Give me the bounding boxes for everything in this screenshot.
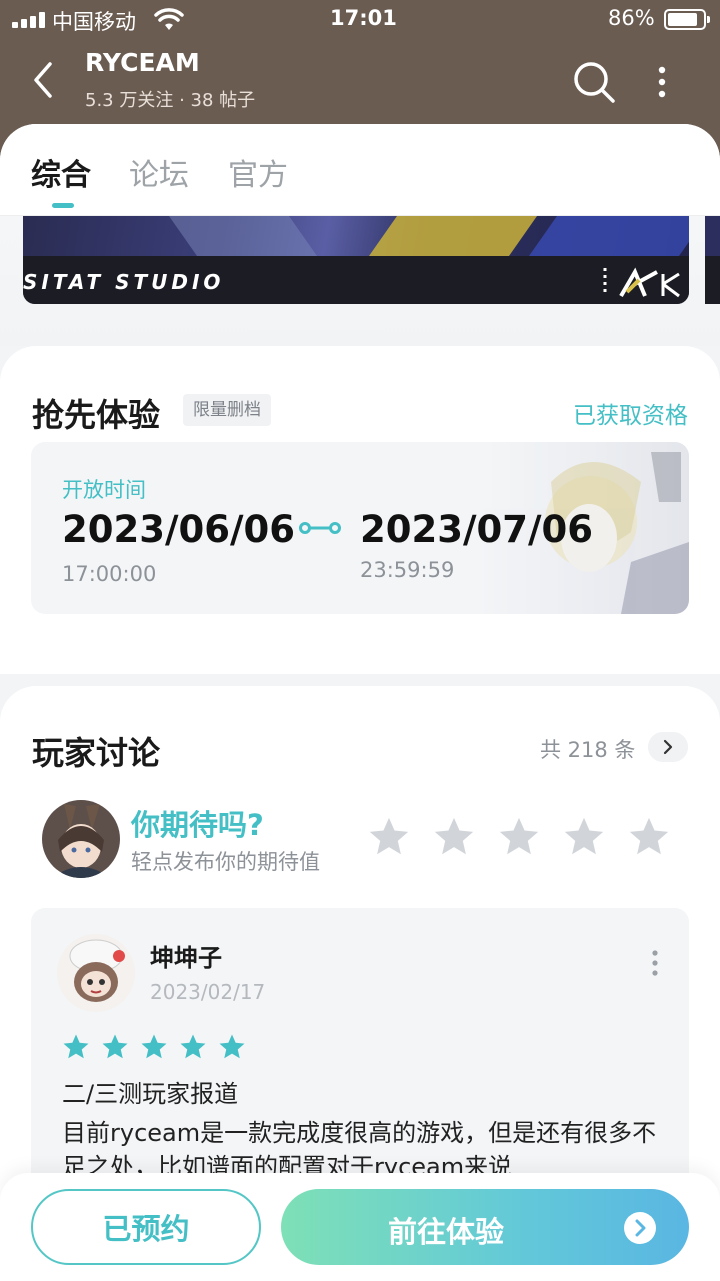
tab-forum[interactable]: 论坛 xyxy=(129,150,189,194)
arrow-right-circle-icon xyxy=(624,1212,656,1244)
open-time-label: 开放时间 xyxy=(62,478,146,502)
search-icon[interactable] xyxy=(572,60,616,104)
back-icon[interactable] xyxy=(28,60,58,100)
signal-icon xyxy=(12,12,46,28)
banner-area: SITAT STUDIO xyxy=(0,216,720,346)
expectation-question: 你期待吗? xyxy=(131,808,264,842)
star-filled-icon xyxy=(180,1034,206,1059)
forum-header: RYCEAM 5.3 万关注 · 38 帖子 xyxy=(0,40,720,124)
reviewer-avatar[interactable] xyxy=(57,934,135,1012)
go-experience-label: 前往体验 xyxy=(387,1215,504,1249)
start-time: 17:00:00 xyxy=(62,562,157,586)
user-avatar[interactable] xyxy=(42,800,120,878)
carrier-label: 中国移动 xyxy=(52,10,136,34)
end-time: 23:59:59 xyxy=(360,558,455,582)
rate-star-1-icon[interactable] xyxy=(366,814,412,860)
forum-stats: 5.3 万关注 · 38 帖子 xyxy=(85,90,256,111)
star-filled-icon xyxy=(63,1034,89,1059)
forum-title: RYCEAM xyxy=(85,48,200,77)
open-time-box: 开放时间 2023/06/06 2023/07/06 17:00:00 23:5… xyxy=(31,442,689,614)
battery-percent: 86% xyxy=(608,6,655,30)
rate-star-5-icon[interactable] xyxy=(626,814,672,860)
tab-indicator xyxy=(52,203,74,208)
status-bar: 中国移动 17:01 86% xyxy=(0,0,720,40)
go-experience-button[interactable]: 前往体验 xyxy=(281,1189,689,1265)
reviewer-name[interactable]: 坤坤子 xyxy=(150,938,222,973)
discussion-count[interactable]: 共 218 条 xyxy=(540,734,635,764)
star-filled-icon xyxy=(219,1034,245,1059)
review-title: 二/三测玩家报道 xyxy=(62,1080,239,1108)
end-date: 2023/07/06 xyxy=(360,508,593,551)
rate-star-4-icon[interactable] xyxy=(561,814,607,860)
chevron-right-icon[interactable] xyxy=(648,732,688,762)
range-connector-icon xyxy=(299,522,341,534)
qualification-status[interactable]: 已获取资格 xyxy=(573,396,688,430)
banner-caption: SITAT STUDIO xyxy=(23,270,225,294)
tab-bar: 综合 论坛 官方 xyxy=(0,124,720,216)
rate-star-2-icon[interactable] xyxy=(431,814,477,860)
content-sheet: 综合 论坛 官方 SITAT STUDIO 抢先体验 限量删档 已获取资格 开放… xyxy=(0,124,720,1281)
more-menu-icon[interactable] xyxy=(648,62,676,102)
banner-logo-icon xyxy=(603,267,680,298)
early-access-card: 抢先体验 限量删档 已获取资格 开放时间 2023/06/06 2023/07/… xyxy=(0,346,720,674)
wifi-icon xyxy=(154,8,184,30)
star-filled-icon xyxy=(141,1034,167,1059)
start-date: 2023/06/06 xyxy=(62,508,295,551)
discussion-title: 玩家讨论 xyxy=(32,734,161,772)
star-filled-icon xyxy=(102,1034,128,1059)
tab-overview[interactable]: 综合 xyxy=(31,150,91,194)
early-access-title: 抢先体验 xyxy=(32,396,161,434)
reserved-button[interactable]: 已预约 xyxy=(31,1189,261,1265)
banner-image[interactable]: SITAT STUDIO xyxy=(23,216,689,304)
bottom-action-bar: 已预约 前往体验 xyxy=(0,1173,720,1281)
rate-star-3-icon[interactable] xyxy=(496,814,542,860)
review-rating xyxy=(61,1032,251,1066)
review-date: 2023/02/17 xyxy=(150,980,266,1004)
tab-official[interactable]: 官方 xyxy=(228,150,288,194)
battery-icon xyxy=(664,9,710,30)
review-more-icon[interactable] xyxy=(645,948,665,978)
limited-tag: 限量删档 xyxy=(183,394,271,426)
banner-next-preview[interactable] xyxy=(705,216,720,304)
clock: 17:01 xyxy=(330,6,397,30)
expectation-hint: 轻点发布你的期待值 xyxy=(131,850,320,874)
